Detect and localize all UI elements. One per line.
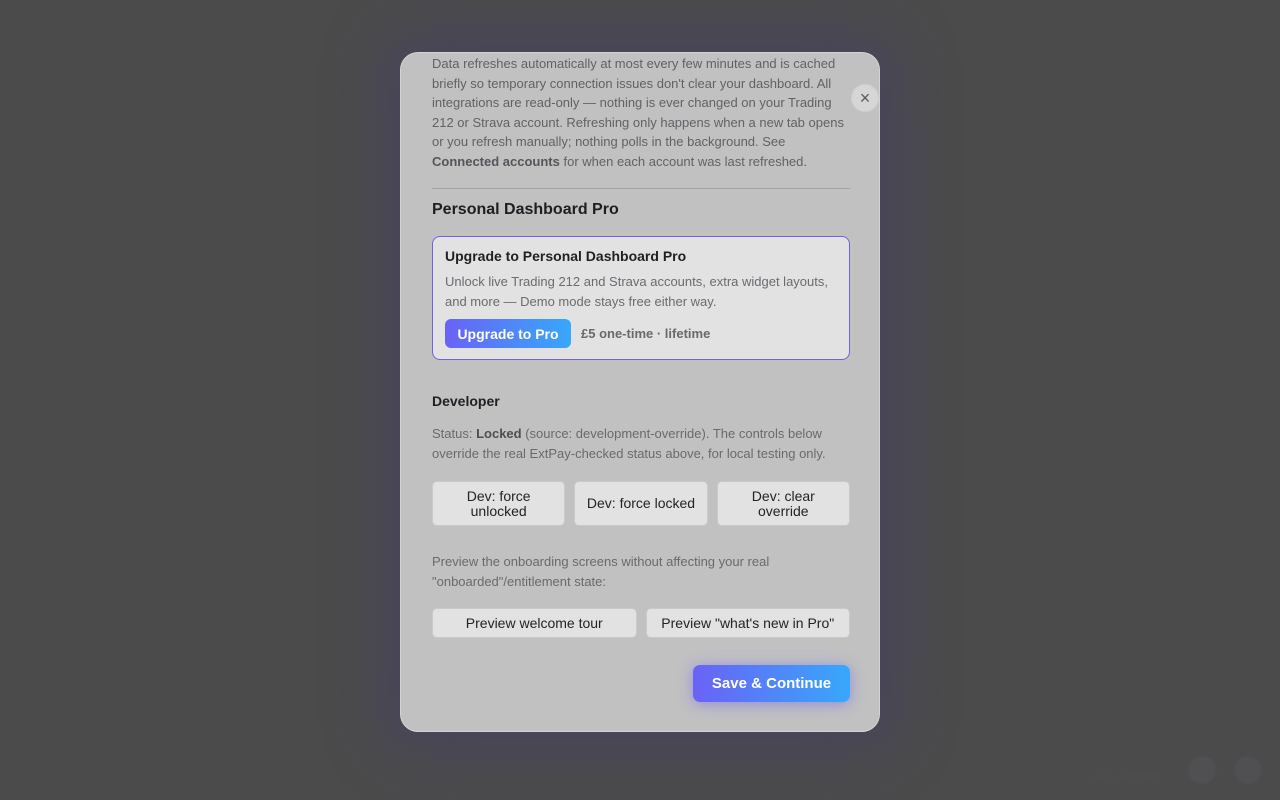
background-button [1188,756,1216,784]
refresh-info-part: Data refreshes automatically at most eve… [432,56,844,150]
section-divider [432,188,850,189]
connected-accounts-emphasis: Connected accounts [432,153,560,169]
pro-section-title: Personal Dashboard Pro [432,201,619,218]
preview-whats-new-button[interactable]: Preview "what's new in Pro" [645,608,850,638]
upgrade-card-description: Unlock live Trading 212 and Strava accou… [445,274,828,309]
status-prefix: Status: [432,426,477,441]
preview-buttons: Preview welcome tour Preview "what's new… [432,608,850,638]
refresh-info-part: for when each account was last refreshed… [559,153,807,169]
developer-section-title: Developer [432,393,500,409]
developer-status-text: Status: Locked (source: development-over… [432,424,850,464]
save-and-continue-button[interactable]: Save & Continue [693,665,850,702]
developer-override-buttons: Dev: force unlocked Dev: force locked De… [432,481,850,526]
background-settings-icon [1234,756,1262,784]
dev-force-unlocked-button[interactable]: Dev: force unlocked [432,481,566,526]
preview-onboarding-text: Preview the onboarding screens without a… [432,554,770,589]
status-value: Locked [476,426,522,441]
upgrade-card: Upgrade to Personal Dashboard Pro Unlock… [432,236,850,360]
upgrade-card-title: Upgrade to Personal Dashboard Pro [445,248,687,264]
close-icon[interactable]: × [851,84,879,112]
refresh-info-text: Data refreshes automatically at most eve… [432,54,850,172]
settings-modal: Data refreshes automatically at most eve… [400,52,880,732]
upgrade-to-pro-button[interactable]: Upgrade to Pro [445,319,571,348]
dev-clear-override-button[interactable]: Dev: clear override [716,481,850,526]
background-status-text: Last updated [1090,768,1160,782]
price-label: £5 one-time · lifetime [581,326,711,341]
dev-force-locked-button[interactable]: Dev: force locked [574,481,708,526]
preview-welcome-tour-button[interactable]: Preview welcome tour [432,608,637,638]
